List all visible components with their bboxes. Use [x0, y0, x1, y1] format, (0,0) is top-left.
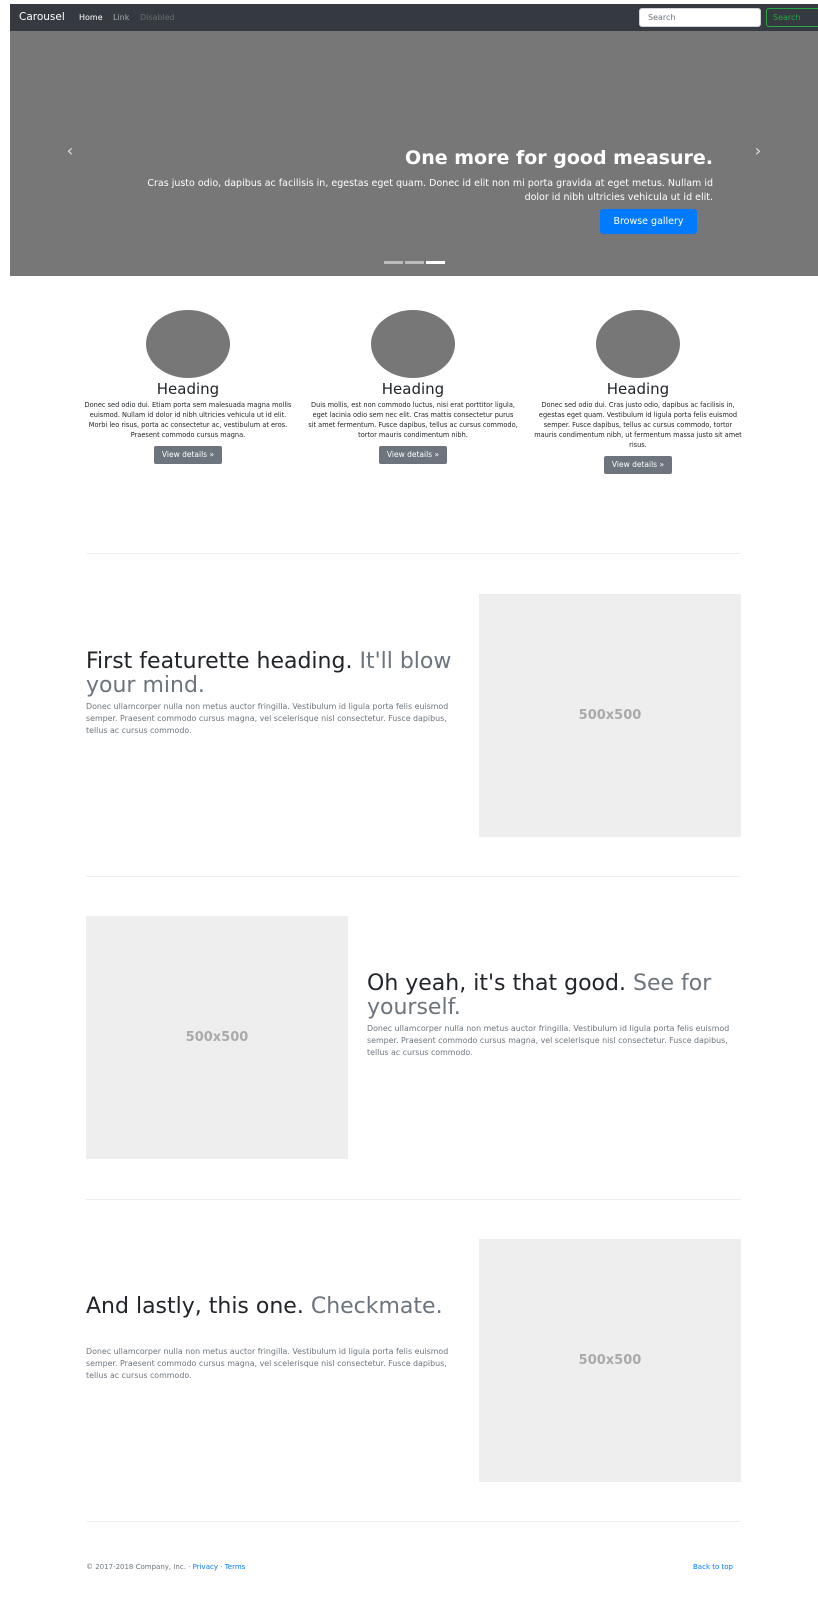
- featurette-divider: [86, 876, 741, 877]
- chevron-right-icon[interactable]: ›: [748, 141, 768, 161]
- featurette-heading-muted: Checkmate.: [310, 1294, 443, 1319]
- nav-link-link[interactable]: Link: [113, 13, 129, 22]
- featurette-heading-main: And lastly, this one.: [86, 1294, 304, 1319]
- featurette-heading: Oh yeah, it's that good. See for yoursel…: [367, 972, 739, 1020]
- carousel-indicator-2[interactable]: [405, 261, 424, 264]
- privacy-link[interactable]: Privacy: [193, 1563, 218, 1571]
- featurette-heading-main: Oh yeah, it's that good.: [367, 971, 626, 996]
- view-details-button[interactable]: View details »: [153, 446, 223, 464]
- view-details-button[interactable]: View details »: [603, 456, 673, 474]
- search-input[interactable]: [639, 8, 761, 27]
- terms-link[interactable]: Terms: [225, 1563, 246, 1571]
- circle-image: [146, 310, 230, 378]
- chevron-left-icon[interactable]: ‹: [60, 141, 80, 161]
- featurette-lead: Donec ullamcorper nulla non metus auctor…: [86, 1347, 449, 1380]
- page: Carousel Home Link Disabled Search ‹ › O…: [10, 4, 818, 1598]
- column-text: Donec sed odio dui. Cras justo odio, dap…: [534, 401, 742, 449]
- column-heading: Heading: [156, 380, 220, 398]
- nav-link-home[interactable]: Home: [79, 13, 103, 22]
- featurette-lead: Donec ullamcorper nulla non metus auctor…: [86, 702, 449, 735]
- search-button[interactable]: Search: [766, 8, 818, 27]
- nav-link-disabled: Disabled: [140, 13, 175, 22]
- featurette-lead: Donec ullamcorper nulla non metus auctor…: [367, 1024, 730, 1057]
- copyright-text: © 2017-2018 Company, Inc. ·: [86, 1563, 191, 1571]
- navbar: Carousel Home Link Disabled Search: [10, 4, 818, 31]
- column-heading: Heading: [381, 380, 445, 398]
- column-heading: Heading: [606, 380, 670, 398]
- browse-gallery-button[interactable]: Browse gallery: [600, 209, 697, 234]
- featurette-divider: [86, 1199, 741, 1200]
- marketing-column: Heading Donec sed odio dui. Etiam porta …: [83, 310, 293, 464]
- footer-copyright: © 2017-2018 Company, Inc. · Privacy · Te…: [86, 1563, 245, 1571]
- carousel-indicator-1[interactable]: [384, 261, 403, 264]
- marketing-column: Heading Donec sed odio dui. Cras justo o…: [533, 310, 743, 474]
- view-details-button[interactable]: View details »: [378, 446, 448, 464]
- circle-image: [596, 310, 680, 378]
- featurette-heading-main: First featurette heading.: [86, 649, 353, 674]
- carousel-caption-title: One more for good measure.: [405, 147, 713, 169]
- column-text: Duis mollis, est non commodo luctus, nis…: [308, 401, 518, 439]
- placeholder-image: 500x500: [86, 916, 348, 1159]
- navbar-brand[interactable]: Carousel: [19, 11, 65, 23]
- carousel-caption-text: Cras justo odio, dapibus ac facilisis in…: [147, 178, 713, 203]
- circle-image: [371, 310, 455, 378]
- carousel-indicator-3[interactable]: [426, 261, 445, 264]
- column-text: Donec sed odio dui. Etiam porta sem male…: [84, 401, 292, 439]
- marketing-column: Heading Duis mollis, est non commodo luc…: [308, 310, 518, 464]
- featurette-heading: First featurette heading. It'll blow you…: [86, 650, 458, 698]
- carousel: ‹ › One more for good measure. Cras just…: [10, 31, 818, 276]
- placeholder-image: 500x500: [479, 1239, 741, 1482]
- back-to-top-link[interactable]: Back to top: [693, 1563, 733, 1571]
- featurette-divider: [86, 553, 741, 554]
- featurette-heading: And lastly, this one. Checkmate.: [86, 1295, 458, 1319]
- placeholder-image: 500x500: [479, 594, 741, 837]
- footer-divider: [86, 1521, 741, 1522]
- footer-separator: ·: [220, 1563, 223, 1571]
